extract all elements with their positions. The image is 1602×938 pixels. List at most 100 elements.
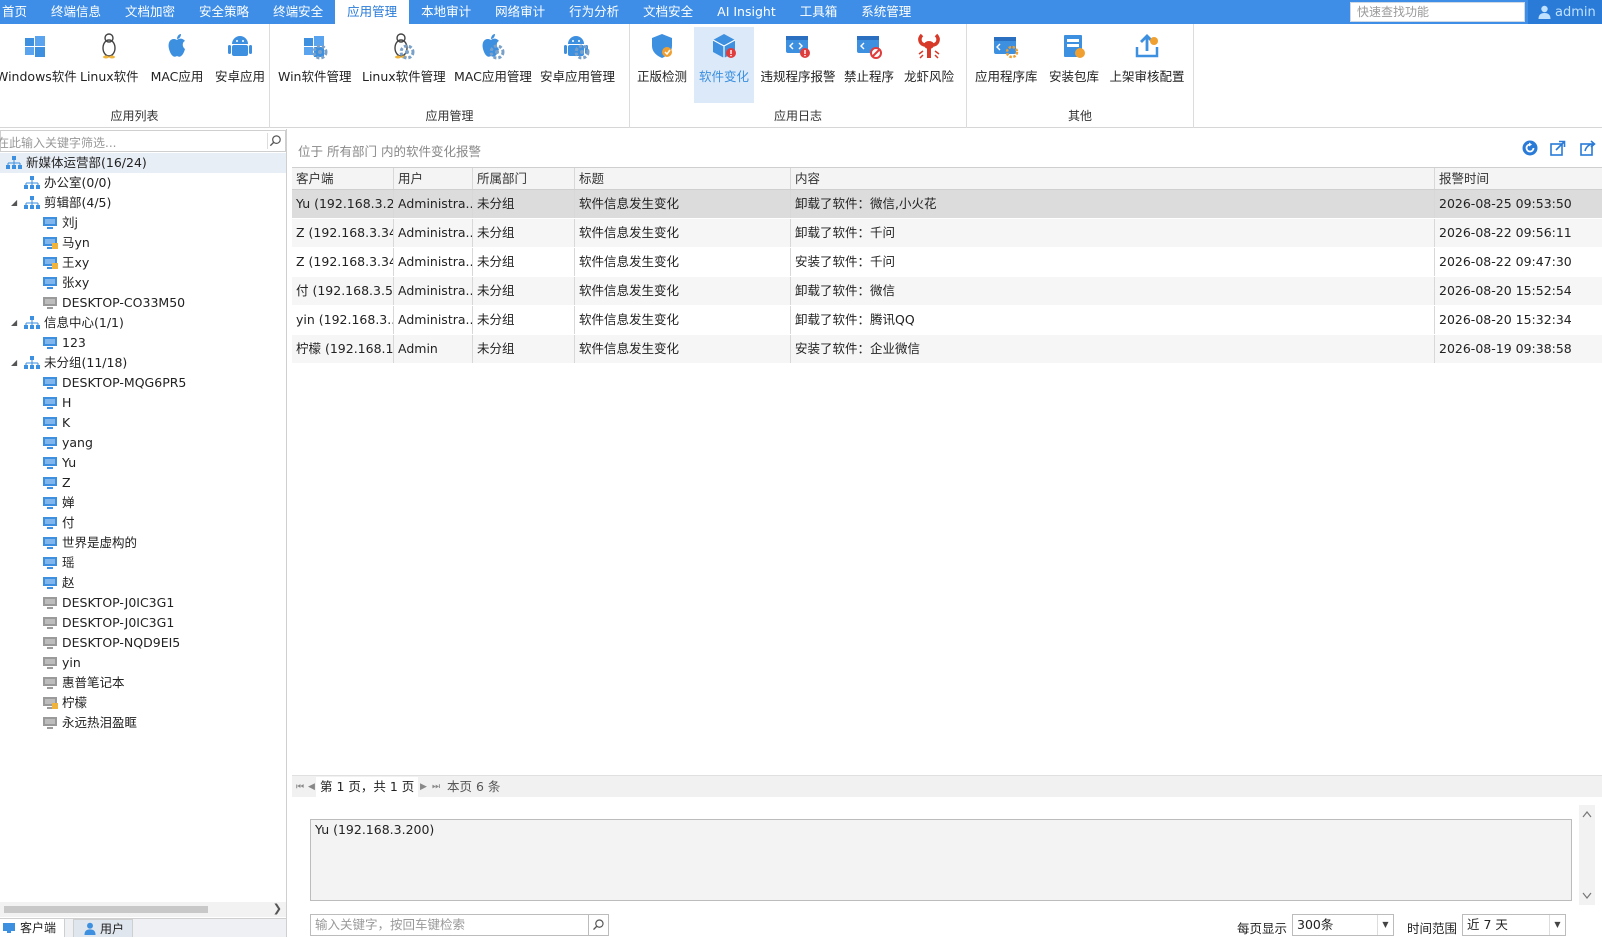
violation-alarm-button[interactable]: 违规程序报警 xyxy=(760,27,836,103)
tree-client-node[interactable]: DESKTOP-J0IC3G1 xyxy=(0,613,286,633)
tree-client-node[interactable]: 马yn xyxy=(0,233,286,253)
tree-client-node[interactable]: yin xyxy=(0,653,286,673)
tab-clients[interactable]: 客户端 xyxy=(0,919,66,937)
lobster-risk-button[interactable]: 龙虾风险 xyxy=(902,27,956,103)
scrollbar-thumb[interactable] xyxy=(4,906,208,913)
user-menu-button[interactable]: admin xyxy=(1528,0,1602,24)
linux-penguin-icon xyxy=(394,33,415,60)
column-header-client[interactable]: 客户端 xyxy=(292,168,394,189)
menu-tab-behavior-analysis[interactable]: 行为分析 xyxy=(557,0,631,24)
tree-horizontal-scrollbar[interactable]: ❯ xyxy=(0,902,286,917)
tree-client-node[interactable]: 惠普笔记本 xyxy=(0,673,286,693)
expand-toggle-icon[interactable]: ◢ xyxy=(11,353,17,373)
menu-tab-terminal-security[interactable]: 终端安全 xyxy=(261,0,335,24)
tree-group-node[interactable]: 新媒体运营部(16/24) xyxy=(0,153,286,173)
listing-review-config-button[interactable]: 上架审核配置 xyxy=(1109,27,1185,103)
column-header-title[interactable]: 标题 xyxy=(575,168,791,189)
tree-group-node[interactable]: 办公室(0/0) xyxy=(0,173,286,193)
table-row[interactable]: Z (192.168.3.34) Administra... 未分组 软件信息发生变化… xyxy=(292,219,1602,248)
detail-scrollbar[interactable] xyxy=(1579,805,1595,905)
tree-client-node[interactable]: H xyxy=(0,393,286,413)
expand-toggle-icon[interactable]: ◢ xyxy=(11,313,17,333)
tree-client-node[interactable]: 张xy xyxy=(0,273,286,293)
refresh-icon[interactable] xyxy=(1521,139,1539,157)
tree-filter-input[interactable]: 在此输入关键字筛选... xyxy=(0,130,286,152)
table-row[interactable]: 柠檬 (192.168.1...Admin未分组软件信息发生变化安装了软件：企业… xyxy=(292,335,1602,364)
windows-software-button[interactable]: Windows软件 xyxy=(0,27,77,103)
column-header-department[interactable]: 所属部门 xyxy=(473,168,575,189)
tree-client-node[interactable]: 永远热泪盈眶 xyxy=(0,713,286,733)
install-package-library-button[interactable]: 安装包库 xyxy=(1047,27,1101,103)
column-header-alarm-time[interactable]: 报警时间 xyxy=(1435,168,1602,189)
ribbon-group-app-log: 正版检测 软件变化 违规程序报警 禁止程序 龙虾风险 应用日志 xyxy=(630,24,967,128)
tree-client-node[interactable]: DESKTOP-CO33M50 xyxy=(0,293,286,313)
menu-tab-app-management[interactable]: 应用管理 xyxy=(335,0,410,24)
menu-tab-system-management[interactable]: 系统管理 xyxy=(849,0,923,24)
table-row[interactable]: Yu (192.168.3.2...Administra...未分组软件信息发生… xyxy=(292,190,1602,219)
license-check-button[interactable]: 正版检测 xyxy=(636,27,688,103)
first-page-icon[interactable]: ⏮ xyxy=(296,776,304,798)
mac-apps-button[interactable]: MAC应用 xyxy=(145,27,209,103)
tree-client-node[interactable]: DESKTOP-J0IC3G1 xyxy=(0,593,286,613)
table-row[interactable]: Z (192.168.3.34) Administra... 未分组 软件信息发生变化… xyxy=(292,248,1602,277)
chevron-down-icon[interactable]: ▼ xyxy=(1549,915,1565,935)
android-apps-button[interactable]: 安卓应用 xyxy=(212,27,268,103)
tree-client-node[interactable]: DESKTOP-MQG6PR5 xyxy=(0,373,286,393)
menu-tab-toolbox[interactable]: 工具箱 xyxy=(788,0,850,24)
tree-client-node[interactable]: 柠檬 xyxy=(0,693,286,713)
tree-group-node[interactable]: ◢ 未分组(11/18) xyxy=(0,353,286,373)
tree-client-node[interactable]: Yu xyxy=(0,453,286,473)
column-header-user[interactable]: 用户 xyxy=(394,168,473,189)
tree-client-node[interactable]: 婵 xyxy=(0,493,286,513)
menu-tab-doc-encrypt[interactable]: 文档加密 xyxy=(113,0,187,24)
export-icon[interactable] xyxy=(1549,139,1567,157)
column-header-content[interactable]: 内容 xyxy=(791,168,1435,189)
tree-client-node[interactable]: 王xy xyxy=(0,253,286,273)
time-range-select[interactable]: 近 7 天 ▼ xyxy=(1462,914,1566,936)
prev-page-icon[interactable]: ◀ xyxy=(308,776,315,798)
quick-search-input[interactable]: 快速查找功能 xyxy=(1350,2,1525,22)
menu-tab-local-audit[interactable]: 本地审计 xyxy=(409,0,483,24)
tree-group-node[interactable]: ◢ 剪辑部(4/5) xyxy=(0,193,286,213)
mac-app-manage-button[interactable]: MAC应用管理 xyxy=(454,27,532,103)
last-page-icon[interactable]: ⏭ xyxy=(432,776,440,798)
android-app-manage-button[interactable]: 安卓应用管理 xyxy=(540,27,615,103)
menu-tab-network-audit[interactable]: 网络审计 xyxy=(483,0,557,24)
page-size-select[interactable]: 300条 ▼ xyxy=(1292,914,1394,936)
cell-alarm-time: 2026-08-20 15:32:34 xyxy=(1439,312,1572,327)
tree-client-node[interactable]: 付 xyxy=(0,513,286,533)
tab-users[interactable]: 用户 xyxy=(73,919,134,937)
table-row[interactable]: 付 (192.168.3.54)Administra...未分组软件信息发生变化… xyxy=(292,277,1602,306)
tree-group-node[interactable]: ◢ 信息中心(1/1) xyxy=(0,313,286,333)
menu-tab-doc-security[interactable]: 文档安全 xyxy=(631,0,705,24)
scroll-right-arrow-icon[interactable]: ❯ xyxy=(273,902,282,915)
menu-tab-terminal-info[interactable]: 终端信息 xyxy=(39,0,113,24)
software-change-button[interactable]: 软件变化 xyxy=(694,27,754,103)
tree-client-node[interactable]: K xyxy=(0,413,286,433)
keyword-search-input[interactable]: 输入关键字，按回车键检索 xyxy=(310,914,589,936)
linux-software-manage-button[interactable]: Linux软件管理 xyxy=(362,27,446,103)
app-library-button[interactable]: 应用程序库 xyxy=(975,27,1038,103)
tree-client-node[interactable]: 刘j xyxy=(0,213,286,233)
tree-client-node[interactable]: yang xyxy=(0,433,286,453)
next-page-icon[interactable]: ▶ xyxy=(420,776,427,798)
search-icon[interactable] xyxy=(267,133,283,149)
windows-icon xyxy=(25,36,45,57)
chevron-down-icon[interactable]: ▼ xyxy=(1377,915,1393,935)
menu-tab-security-policy[interactable]: 安全策略 xyxy=(187,0,261,24)
table-row[interactable]: yin (192.168.3.... Administra... 未分组 软件信息发生… xyxy=(292,306,1602,335)
linux-software-button[interactable]: Linux软件 xyxy=(80,27,139,103)
search-icon[interactable] xyxy=(589,914,609,936)
tree-client-node[interactable]: 123 xyxy=(0,333,286,353)
expand-toggle-icon[interactable]: ◢ xyxy=(11,193,17,213)
tree-client-node[interactable]: 赵 xyxy=(0,573,286,593)
win-software-manage-button[interactable]: Win软件管理 xyxy=(278,27,351,103)
tree-client-node[interactable]: 瑶 xyxy=(0,553,286,573)
menu-tab-ai-insight[interactable]: AI Insight xyxy=(705,0,788,24)
tree-client-node[interactable]: 世界是虚构的 xyxy=(0,533,286,553)
blocked-program-button[interactable]: 禁止程序 xyxy=(842,27,896,103)
tree-client-node[interactable]: DESKTOP-NQD9EI5 xyxy=(0,633,286,653)
menu-tab-home[interactable]: 首页 xyxy=(0,0,39,24)
share-icon[interactable] xyxy=(1579,139,1597,157)
tree-client-node[interactable]: Z xyxy=(0,473,286,493)
